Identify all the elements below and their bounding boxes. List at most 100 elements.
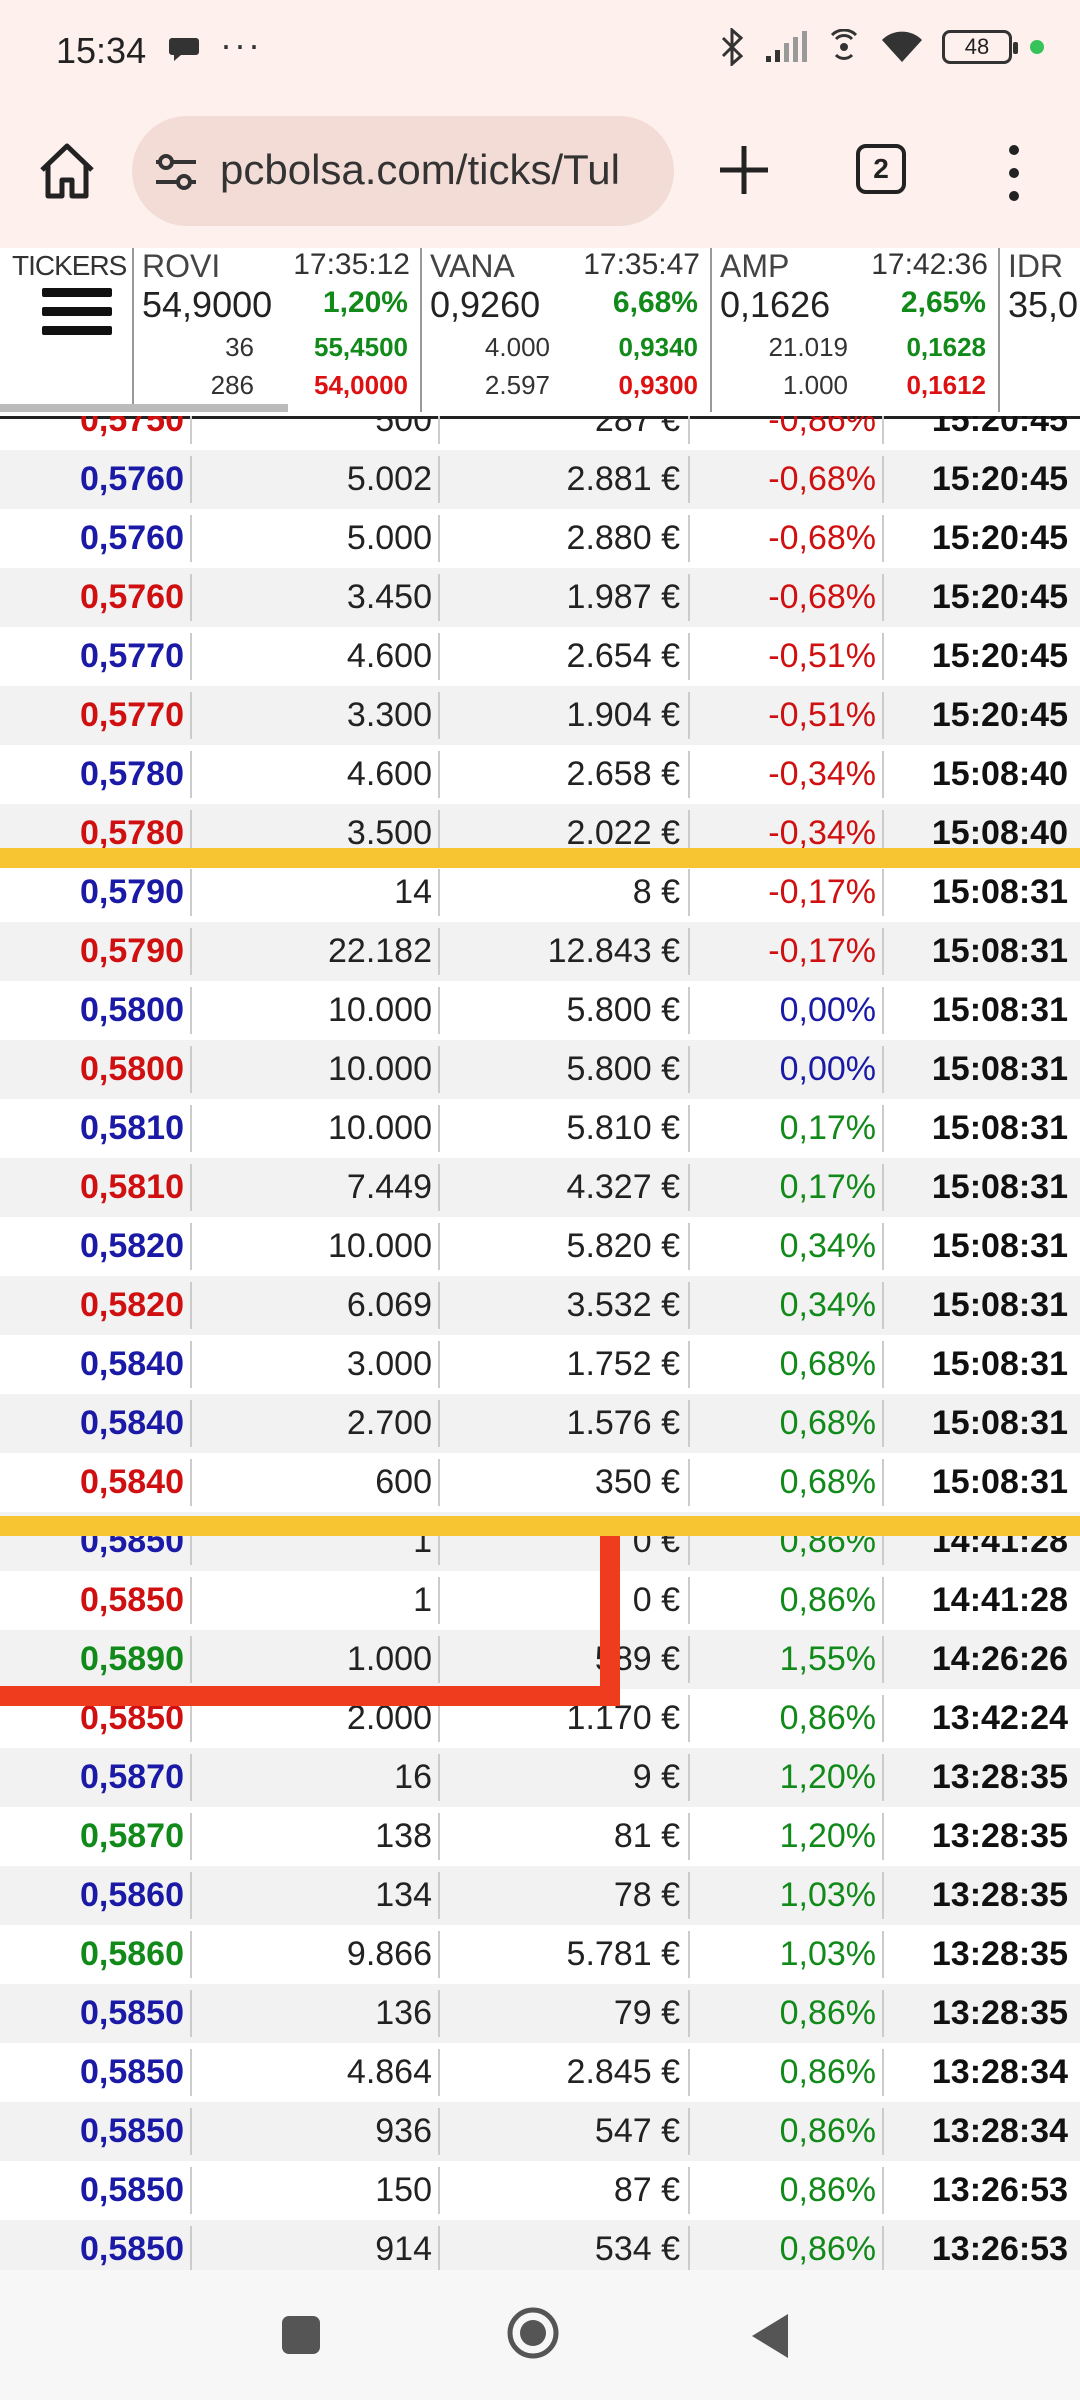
- tick-quantity: 4.600: [346, 755, 432, 793]
- tick-time: 15:20:45: [931, 696, 1068, 734]
- column-divider: [688, 416, 690, 444]
- signal-icon: [766, 31, 807, 62]
- tick-amount: 2.654 €: [566, 637, 680, 675]
- column-divider: [688, 1813, 690, 1860]
- tick-quantity: 2.700: [346, 1404, 432, 1442]
- table-row: 0,5860 134 78 € 1,03% 13:28:35: [0, 1866, 1080, 1925]
- chat-bubble-icon: [169, 38, 199, 61]
- tick-quantity: 5.000: [346, 519, 432, 557]
- tick-time: 15:08:31: [931, 1286, 1068, 1324]
- tick-change-pct: 0,17%: [779, 1109, 876, 1147]
- column-divider: [688, 2226, 690, 2270]
- column-divider: [190, 692, 192, 739]
- marker-line: [0, 848, 1080, 868]
- more-options-icon[interactable]: [1002, 140, 1026, 206]
- column-divider: [882, 1282, 884, 1329]
- tick-amount: 1.987 €: [566, 578, 680, 616]
- column-divider: [882, 1636, 884, 1683]
- tick-change-pct: 0,86%: [779, 2171, 876, 2209]
- ticker-ask-price: 0,9300: [618, 370, 698, 400]
- column-divider: [438, 2226, 440, 2270]
- tick-amount: 5.781 €: [566, 1935, 680, 1973]
- tick-price: 0,5750: [80, 416, 184, 439]
- column-divider: [190, 1400, 192, 1447]
- column-divider: [688, 751, 690, 798]
- back-icon[interactable]: [750, 2312, 790, 2360]
- table-row: 0,5860 9.866 5.781 € 1,03% 13:28:35: [0, 1925, 1080, 1984]
- tick-price: 0,5860: [80, 1935, 184, 1973]
- column-divider: [882, 2226, 884, 2270]
- column-divider: [882, 751, 884, 798]
- ticker-card-idr[interactable]: IDR 35,0: [1000, 248, 1080, 412]
- address-bar[interactable]: pcbolsa.com/ticks/Tul: [132, 116, 674, 226]
- tick-change-pct: 0,86%: [779, 1699, 876, 1737]
- table-row: 0,5800 10.000 5.800 € 0,00% 15:08:31: [0, 1040, 1080, 1099]
- tick-time: 13:42:24: [931, 1699, 1068, 1737]
- tickers-menu-button[interactable]: TICKERS: [0, 248, 134, 412]
- column-divider: [190, 2049, 192, 2096]
- tick-time: 15:08:31: [931, 932, 1068, 970]
- column-divider: [190, 1459, 192, 1506]
- column-divider: [438, 1577, 440, 1624]
- column-divider: [688, 928, 690, 975]
- ticker-card-rovi[interactable]: ROVI 17:35:12 54,9000 1,20% 36 55,4500 2…: [134, 248, 422, 412]
- table-row: 0,5840 3.000 1.752 € 0,68% 15:08:31: [0, 1335, 1080, 1394]
- column-divider: [688, 987, 690, 1034]
- tick-price: 0,5770: [80, 696, 184, 734]
- column-divider: [190, 2226, 192, 2270]
- tick-change-pct: 0,86%: [779, 2230, 876, 2268]
- table-row: 0,5760 3.450 1.987 € -0,68% 15:20:45: [0, 568, 1080, 627]
- annotation-line: [0, 1686, 620, 1706]
- tick-amount: 4.327 €: [566, 1168, 680, 1206]
- tick-change-pct: 0,34%: [779, 1286, 876, 1324]
- ticks-table[interactable]: 0,5750 500 287 € -0,86% 15:20:45 0,5760 5.002 2…: [0, 416, 1080, 2270]
- tick-amount: 81 €: [613, 1817, 680, 1855]
- tick-amount: 8 €: [632, 873, 680, 911]
- ticker-change: 2,65%: [900, 286, 986, 319]
- ticker-card-vana[interactable]: VANA 17:35:47 0,9260 6,68% 4.000 0,9340 …: [422, 248, 712, 412]
- site-settings-icon[interactable]: [154, 152, 198, 192]
- tick-quantity: 3.450: [346, 578, 432, 616]
- column-divider: [688, 869, 690, 916]
- tick-amount: 2.845 €: [566, 2053, 680, 2091]
- column-divider: [688, 1872, 690, 1919]
- new-tab-icon[interactable]: [712, 138, 776, 202]
- tick-price: 0,5850: [80, 2230, 184, 2268]
- ticker-card-amp[interactable]: AMP 17:42:36 0,1626 2,65% 21.019 0,1628 …: [712, 248, 1000, 412]
- tick-change-pct: 0,00%: [779, 991, 876, 1029]
- table-row: 0,5780 4.600 2.658 € -0,34% 15:08:40: [0, 745, 1080, 804]
- column-divider: [190, 1223, 192, 1270]
- column-divider: [190, 1931, 192, 1978]
- table-row: 0,5800 10.000 5.800 € 0,00% 15:08:31: [0, 981, 1080, 1040]
- column-divider: [688, 1931, 690, 1978]
- ticker-scrollbar[interactable]: [0, 404, 288, 412]
- column-divider: [688, 456, 690, 503]
- tick-price: 0,5850: [80, 2171, 184, 2209]
- home-icon[interactable]: [34, 138, 100, 204]
- column-divider: [438, 987, 440, 1034]
- tick-amount: 287 €: [594, 416, 680, 439]
- ticker-price: 0,9260: [430, 284, 541, 325]
- tick-change-pct: 0,00%: [779, 1050, 876, 1088]
- tick-quantity: 1.000: [346, 1640, 432, 1678]
- table-row: 0,5760 5.000 2.880 € -0,68% 15:20:45: [0, 509, 1080, 568]
- table-row: 0,5850 936 547 € 0,86% 13:28:34: [0, 2102, 1080, 2161]
- ticker-name: VANA: [430, 248, 515, 284]
- tick-price: 0,5870: [80, 1817, 184, 1855]
- tick-price: 0,5780: [80, 755, 184, 793]
- tick-quantity: 10.000: [328, 1050, 432, 1088]
- tick-amount: 350 €: [594, 1463, 680, 1501]
- tick-amount: 9 €: [632, 1758, 680, 1796]
- tick-time: 15:08:31: [931, 1050, 1068, 1088]
- recent-apps-icon[interactable]: [282, 2316, 320, 2354]
- home-nav-icon[interactable]: [506, 2306, 560, 2360]
- tab-switcher-button[interactable]: 2: [856, 144, 906, 194]
- status-icons: 48: [720, 28, 1044, 66]
- tick-amount: 2.658 €: [566, 755, 680, 793]
- tick-quantity: 5.002: [346, 460, 432, 498]
- column-divider: [882, 1695, 884, 1742]
- hamburger-menu-icon[interactable]: [42, 288, 112, 344]
- tick-price: 0,5860: [80, 1876, 184, 1914]
- tick-amount: 2.881 €: [566, 460, 680, 498]
- ticker-strip[interactable]: TICKERS ROVI 17:35:12 54,9000 1,20% 36 5…: [0, 248, 1080, 419]
